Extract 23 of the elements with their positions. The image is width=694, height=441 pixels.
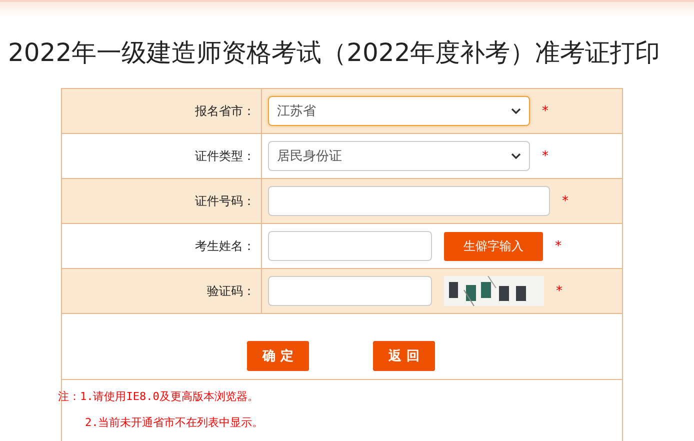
back-button[interactable]: 返 回 bbox=[373, 341, 435, 371]
required-mark: * bbox=[542, 104, 548, 118]
field-label: 证件类型： bbox=[195, 148, 255, 164]
input-field[interactable] bbox=[268, 276, 432, 306]
required-mark: * bbox=[555, 238, 562, 254]
field-label: 报名省市： bbox=[195, 102, 255, 120]
confirm-button[interactable]: 确 定 bbox=[247, 341, 309, 371]
required-mark: * bbox=[542, 148, 548, 164]
caret-icon bbox=[511, 108, 521, 114]
select-field[interactable]: 江苏省 bbox=[268, 96, 530, 126]
note-text: 2.当前未开通省市不在列表中显示。 bbox=[85, 415, 264, 431]
field-label: 考生姓名： bbox=[195, 238, 255, 254]
input-field[interactable] bbox=[268, 186, 550, 216]
required-mark: * bbox=[562, 194, 568, 208]
rare-character-button[interactable]: 生僻字输入 bbox=[444, 232, 543, 260]
note-text: 注：1.请使用IE8.0及更高版本浏览器。 bbox=[58, 389, 260, 405]
caret-icon bbox=[511, 153, 521, 159]
select-field[interactable]: 居民身份证 bbox=[268, 141, 530, 171]
page-title: 2022年一级建造师资格考试（2022年度补考）准考证打印 bbox=[8, 37, 662, 69]
field-label: 证件号码： bbox=[195, 192, 255, 210]
required-mark: * bbox=[556, 284, 562, 298]
input-field[interactable] bbox=[268, 231, 432, 261]
field-label: 验证码： bbox=[207, 282, 255, 300]
